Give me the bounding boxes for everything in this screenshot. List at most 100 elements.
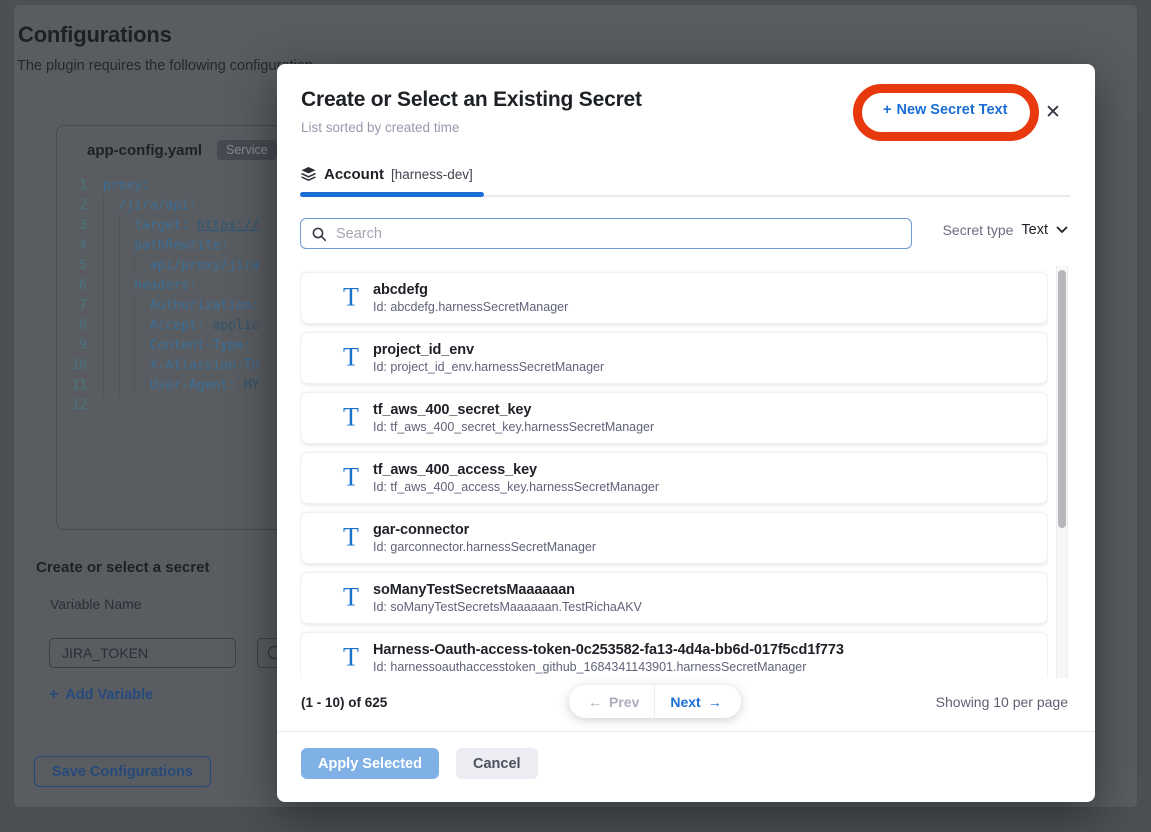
modal-subtitle: List sorted by created time (301, 120, 459, 135)
secret-type-dropdown[interactable]: Secret type Text (943, 222, 1068, 238)
scrollbar-thumb[interactable] (1058, 270, 1066, 528)
line-number: 9 (57, 336, 103, 356)
cancel-button[interactable]: Cancel (456, 748, 538, 779)
indent-guide (103, 196, 119, 216)
line-number: 6 (57, 276, 103, 296)
code-segment: X-Atlassian-To (150, 356, 260, 376)
secret-name: tf_aws_400_access_key (373, 462, 659, 478)
secret-type-value: Text (1021, 222, 1048, 238)
text-secret-icon: T (339, 344, 363, 370)
secret-list-item[interactable]: T Harness-Oauth-access-token-0c253582-fa1… (300, 632, 1048, 678)
secret-id: Id: soManyTestSecretsMaaaaaan.TestRichaA… (373, 600, 642, 614)
secret-name: tf_aws_400_secret_key (373, 402, 654, 418)
secret-type-label: Secret type (943, 222, 1014, 238)
next-label: Next (670, 694, 700, 710)
secret-name: gar-connector (373, 522, 596, 538)
code-filename: app-config.yaml (87, 142, 202, 159)
indent-guide (119, 356, 135, 376)
secret-name: abcdefg (373, 282, 568, 298)
per-page-indicator: Showing 10 per page (936, 686, 1068, 719)
text-secret-icon: T (339, 524, 363, 550)
text-secret-icon: T (339, 644, 363, 670)
code-segment: https:// (197, 216, 260, 236)
next-page-button[interactable]: Next→ (655, 685, 740, 718)
text-secret-icon: T (339, 584, 363, 610)
close-icon[interactable]: ✕ (1040, 100, 1066, 126)
arrow-left-icon: ← (588, 694, 602, 710)
code-segment: pathRewrite: (134, 236, 228, 256)
secret-list-item[interactable]: TsoManyTestSecretsMaaaaaan Id: soManyTest… (300, 572, 1048, 624)
save-configurations-button[interactable]: Save Configurations (34, 756, 211, 787)
select-secret-modal: Create or Select an Existing Secret List… (277, 64, 1095, 802)
indent-guide (119, 376, 135, 396)
search-box (300, 218, 912, 249)
indent-guide (119, 216, 135, 236)
indent-guide (103, 236, 119, 256)
secret-id: Id: tf_aws_400_access_key.harnessSecretM… (373, 480, 659, 494)
indent-guide (103, 336, 119, 356)
apply-selected-button[interactable]: Apply Selected (301, 748, 439, 779)
page-title: Configurations (18, 22, 172, 48)
code-segment: target: (134, 216, 197, 236)
indent-guide (119, 316, 135, 336)
indent-guide (103, 356, 119, 376)
code-segment: MY (244, 376, 260, 396)
secret-list: TabcdefgId: abcdefg.harnessSecretManager… (300, 268, 1048, 678)
pagination-range: (1 - 10) of 625 (301, 686, 387, 719)
prev-page-button[interactable]: ← Prev (569, 685, 655, 718)
line-number: 11 (57, 376, 103, 396)
secret-form-heading: Create or select a secret (36, 559, 209, 576)
secret-list-item[interactable]: Tgar-connectorId: garconnector.harnessSe… (300, 512, 1048, 564)
line-number: 3 (57, 216, 103, 236)
secret-list-item[interactable]: Ttf_aws_400_secret_keyId: tf_aws_400_sec… (300, 392, 1048, 444)
secret-name: project_id_env (373, 342, 604, 358)
tab-account[interactable]: Account [harness-dev] (300, 162, 473, 186)
plus-icon: + (883, 102, 891, 118)
service-badge: Service (217, 140, 277, 160)
secret-list-item[interactable]: Tproject_id_envId: project_id_env.harnes… (300, 332, 1048, 384)
indent-guide (103, 376, 119, 396)
variable-name-input[interactable] (49, 638, 236, 668)
indent-guide (119, 336, 135, 356)
variable-name-label: Variable Name (50, 596, 142, 612)
line-number: 8 (57, 316, 103, 336)
indent-guide (134, 336, 150, 356)
pagination-pill: ← Prev Next→ (569, 685, 741, 718)
code-segment: User-Agent: (150, 376, 244, 396)
search-icon (311, 226, 327, 242)
search-input[interactable] (336, 226, 901, 242)
indent-guide (119, 256, 135, 276)
indent-guide (134, 256, 150, 276)
text-secret-icon: T (339, 464, 363, 490)
code-segment: proxy: (103, 176, 150, 196)
add-variable-button[interactable]: +Add Variable (49, 686, 153, 704)
tab-account-label: Account (324, 166, 384, 183)
secret-list-item[interactable]: Ttf_aws_400_access_key Id: tf_aws_400_acc… (300, 452, 1048, 504)
secret-name: Harness-Oauth-access-token-0c253582-fa13… (373, 642, 844, 658)
text-secret-icon: T (339, 284, 363, 310)
secret-name: soManyTestSecretsMaaaaaan (373, 582, 642, 598)
indent-guide (119, 236, 135, 256)
code-segment: Accept: (150, 316, 213, 336)
footer-divider (277, 731, 1095, 732)
chevron-down-icon (1056, 226, 1068, 234)
code-segment: Authorization: (150, 296, 260, 316)
active-tab-underline (300, 192, 484, 197)
secret-list-item[interactable]: TabcdefgId: abcdefg.harnessSecretManager (300, 272, 1048, 324)
line-number: 5 (57, 256, 103, 276)
indent-guide (103, 296, 119, 316)
layers-icon (300, 166, 317, 182)
indent-guide (134, 376, 150, 396)
modal-title: Create or Select an Existing Secret (301, 88, 642, 112)
line-number: 4 (57, 236, 103, 256)
code-segment: /jira/api: (119, 196, 197, 216)
new-secret-text-button[interactable]: +New Secret Text (883, 102, 1007, 118)
screen: Configurations The plugin requires the f… (0, 0, 1151, 832)
tab-account-scope: [harness-dev] (391, 167, 473, 182)
prev-label: Prev (609, 694, 639, 710)
secret-id: Id: tf_aws_400_secret_key.harnessSecretM… (373, 420, 654, 434)
indent-guide (119, 296, 135, 316)
indent-guide (103, 276, 119, 296)
add-variable-label: Add Variable (65, 687, 153, 703)
indent-guide (134, 316, 150, 336)
